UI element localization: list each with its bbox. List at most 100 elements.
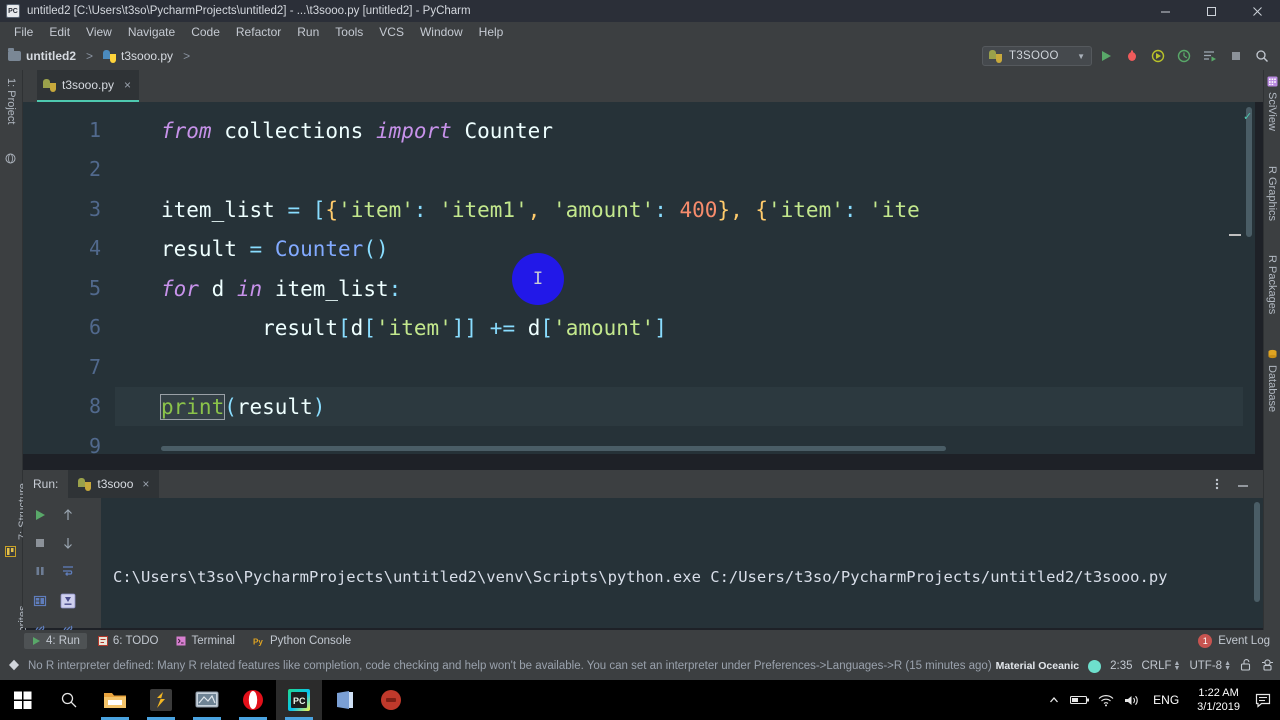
sidebar-item-project[interactable]: 1: Project — [5, 78, 17, 124]
menu-tools[interactable]: Tools — [327, 23, 371, 41]
stop-button[interactable] — [1224, 44, 1248, 68]
breadcrumb-file[interactable]: t3sooo.py — [121, 49, 173, 63]
menu-navigate[interactable]: Navigate — [120, 23, 183, 41]
run-coverage-button[interactable] — [1146, 44, 1170, 68]
theme-color-dot[interactable] — [1088, 659, 1102, 673]
selected-token[interactable]: print — [159, 394, 226, 420]
maximize-button[interactable] — [1188, 0, 1234, 22]
breadcrumb-project[interactable]: untitled2 — [26, 49, 76, 63]
debug-button[interactable] — [1120, 44, 1144, 68]
rerun-button[interactable] — [29, 504, 51, 526]
print-button[interactable] — [29, 590, 51, 612]
sidebar-item-rpackages[interactable]: R Packages — [1266, 255, 1278, 314]
editor-horizontal-scrollbar[interactable] — [115, 444, 1255, 454]
console-output[interactable]: C:\Users\t3so\PycharmProjects\untitled2\… — [101, 498, 1251, 628]
breadcrumb-separator-1: > — [86, 49, 94, 63]
menu-file[interactable]: File — [6, 23, 41, 41]
file-encoding[interactable]: UTF-8 ▲ ▼ — [1189, 660, 1231, 672]
close-icon[interactable]: × — [142, 477, 149, 491]
play-icon — [33, 637, 40, 645]
volume-icon[interactable] — [1119, 680, 1145, 720]
code-line-8: print(result) — [159, 394, 326, 420]
scroll-to-end-button[interactable] — [57, 590, 79, 612]
language-indicator[interactable]: ENG — [1145, 693, 1187, 707]
run-window-toolbar — [23, 498, 101, 633]
opera-button[interactable] — [230, 680, 276, 720]
terminal-icon — [176, 636, 186, 646]
profile-button[interactable] — [1172, 44, 1196, 68]
more-vertical-icon[interactable] — [1205, 472, 1229, 496]
bottom-item-run[interactable]: 4: Run — [24, 633, 87, 649]
run-dashboard-button[interactable] — [1198, 44, 1222, 68]
menu-run[interactable]: Run — [289, 23, 327, 41]
chevron-up-icon[interactable] — [1041, 680, 1067, 720]
menu-edit[interactable]: Edit — [41, 23, 78, 41]
bottom-item-python-console[interactable]: Py Python Console — [246, 633, 358, 649]
chevron-down-icon: ▼ — [1077, 51, 1085, 61]
python-file-icon — [78, 477, 92, 491]
media-button[interactable] — [184, 680, 230, 720]
run-tab-label: t3sooo — [97, 477, 134, 491]
file-explorer-button[interactable] — [92, 680, 138, 720]
minimize-icon[interactable] — [1231, 472, 1255, 496]
run-tab-t3sooo[interactable]: t3sooo × — [68, 470, 160, 498]
battery-icon[interactable] — [1067, 680, 1093, 720]
sidebar-item-database[interactable]: Database — [1266, 365, 1278, 412]
sublime-text-button[interactable] — [138, 680, 184, 720]
code-line-6: result[d['item']] += d['amount'] — [161, 316, 667, 340]
search-everywhere-button[interactable] — [1250, 44, 1274, 68]
menu-window[interactable]: Window — [412, 23, 471, 41]
unlocked-icon[interactable] — [1240, 658, 1252, 674]
inspection-ok-icon[interactable]: ✓ — [1243, 112, 1253, 123]
run-configuration-selector[interactable]: T3SOOO ▼ — [982, 46, 1092, 66]
onenote-button[interactable] — [322, 680, 368, 720]
run-button[interactable] — [1094, 44, 1118, 68]
code-editor[interactable]: 1 2 3 4 5 6 7 8 9 from collections impor… — [23, 102, 1255, 454]
scrollbar-thumb[interactable] — [1246, 107, 1252, 237]
menu-view[interactable]: View — [78, 23, 120, 41]
scrollbar-thumb[interactable] — [161, 446, 946, 451]
line-separator[interactable]: CRLF ▲ ▼ — [1142, 660, 1181, 672]
run-window-title: Run: — [33, 477, 59, 491]
menu-code[interactable]: Code — [183, 23, 228, 41]
stop-button[interactable] — [29, 532, 51, 554]
editor-vertical-scrollbar[interactable] — [1243, 102, 1255, 454]
scroll-up-button[interactable] — [57, 504, 79, 526]
event-log-button[interactable]: Event Log — [1218, 635, 1270, 647]
wifi-icon[interactable] — [1093, 680, 1119, 720]
close-button[interactable] — [1234, 0, 1280, 22]
menu-help[interactable]: Help — [471, 23, 512, 41]
theme-indicator[interactable]: Material Oceanic — [996, 660, 1079, 672]
search-button[interactable] — [46, 680, 92, 720]
run-toolbar: T3SOOO ▼ — [982, 44, 1280, 68]
line-number: 2 — [88, 157, 101, 181]
sidebar-item-sciview[interactable]: SciView — [1266, 92, 1278, 131]
chevron-updown-icon: ▲ ▼ — [1173, 660, 1181, 672]
notification-icon[interactable] — [1250, 680, 1276, 720]
close-icon[interactable]: × — [124, 78, 131, 92]
code-content[interactable]: from collections import Counter item_lis… — [115, 102, 1255, 454]
pycharm-button[interactable]: PC — [276, 680, 322, 720]
bottom-item-todo[interactable]: 6: TODO — [91, 633, 166, 649]
editor-tab-t3sooo[interactable]: t3sooo.py × — [37, 70, 140, 102]
editor-marker[interactable] — [1229, 234, 1241, 236]
record-button[interactable] — [368, 680, 414, 720]
bottom-item-terminal[interactable]: Terminal — [169, 633, 241, 649]
menu-vcs[interactable]: VCS — [371, 23, 412, 41]
clock[interactable]: 1:22 AM 3/1/2019 — [1187, 680, 1250, 720]
scrollbar-thumb[interactable] — [1254, 502, 1260, 602]
code-line-3: item_list = [{'item': 'item1', 'amount':… — [161, 198, 920, 222]
pause-button[interactable] — [29, 560, 51, 582]
start-button[interactable] — [0, 680, 46, 720]
windows-taskbar: PC ENG 1:22 AM 3/1/2019 — [0, 680, 1280, 720]
scroll-down-button[interactable] — [57, 532, 79, 554]
minimize-button[interactable] — [1142, 0, 1188, 22]
menu-refactor[interactable]: Refactor — [228, 23, 289, 41]
caret-position[interactable]: 2:35 — [1110, 660, 1132, 672]
soft-wrap-button[interactable] — [57, 560, 79, 582]
line-number: 1 — [88, 118, 101, 142]
console-scrollbar[interactable] — [1251, 498, 1263, 628]
sciview-icon — [1267, 76, 1278, 87]
sidebar-item-rgraphics[interactable]: R Graphics — [1266, 166, 1278, 221]
inspector-icon[interactable] — [1261, 658, 1274, 674]
